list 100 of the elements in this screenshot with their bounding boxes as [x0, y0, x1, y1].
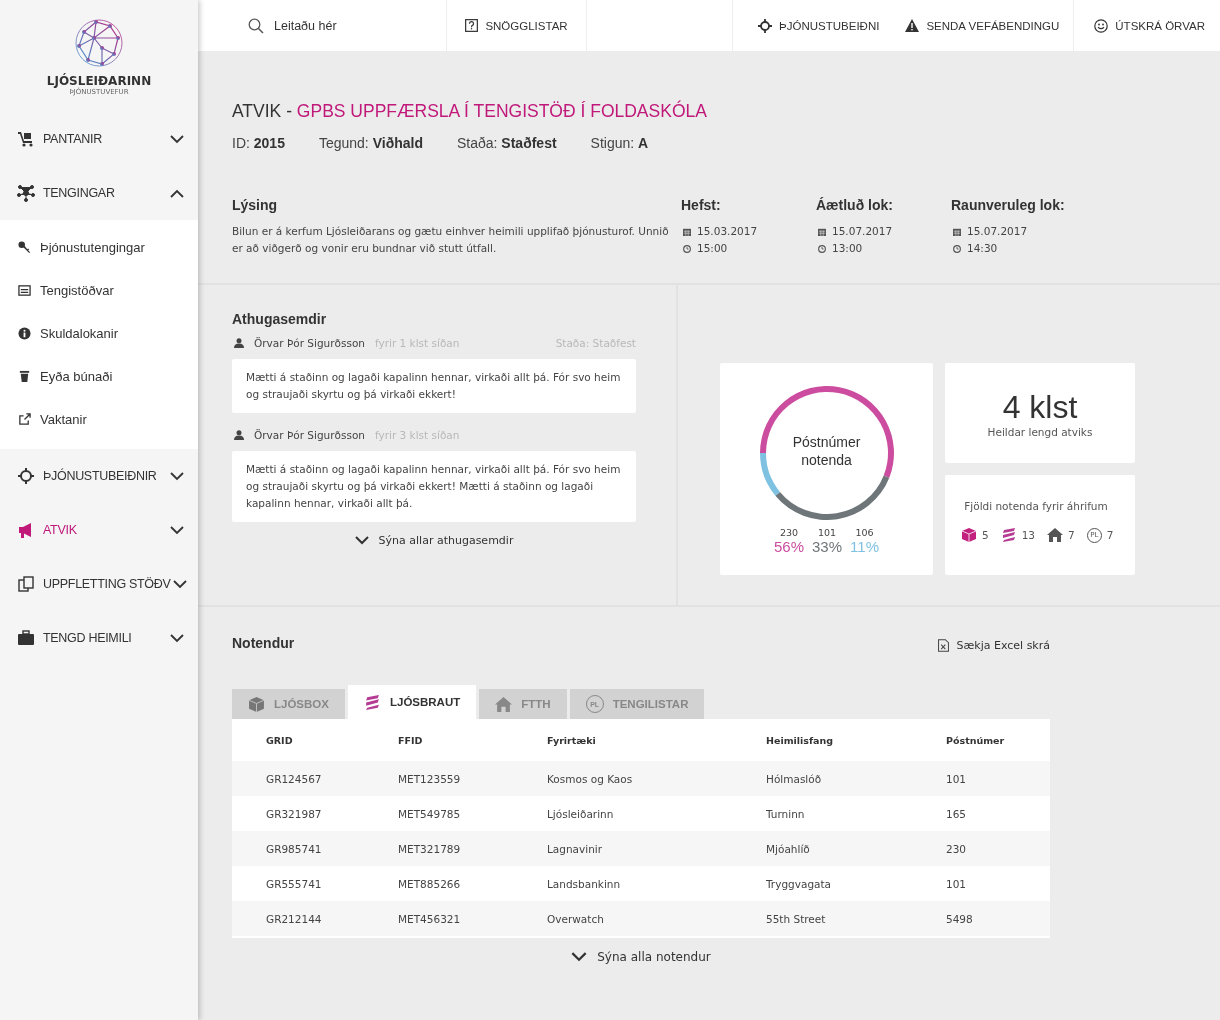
table-cell-text: 101 [946, 772, 968, 785]
submenu-icon [18, 370, 31, 383]
sidebar-item[interactable]: ÞJÓNUSTUBEIÐNIR [0, 449, 198, 503]
affected-label: Fjöldi notenda fyrir áhrifum [963, 499, 1109, 513]
sidebar-item[interactable]: TENGD HEIMILI [0, 611, 198, 665]
affected-count: 13 [1021, 529, 1036, 541]
comment-author: Örvar Þór Sigurðsson [254, 337, 365, 349]
comment-bubble: Mætti á staðinn og lagaði kapalinn hennar, virkaði allt þá. Fór svo heim og straujaði skyrtu og þá virkaði ekkert! [232, 359, 636, 413]
search-icon [248, 17, 264, 34]
sidebar-item[interactable]: TENGINGAR [0, 166, 198, 220]
submenu-item[interactable]: Tengistöðvar [0, 269, 198, 312]
description-heading: Lýsing [232, 197, 279, 213]
table-cell-text: MET549785 [398, 807, 462, 820]
description-text: Bilun er á kerfum Ljósleiðarans og gætu einhver heimili upplifað þjónusturof. Unnið er að viðgerð og vonir eru bundnar við stutt útfall. [232, 224, 670, 256]
sidebar-item[interactable]: UPPFLETTING STÖÐV [0, 557, 198, 611]
table-cell-text: MET321789 [398, 842, 462, 855]
table-cell-text: Tryggvagata [766, 877, 833, 890]
meta-field: Stigun: A [590, 135, 649, 151]
comment-author: Örvar Þór Sigurðsson [254, 429, 365, 441]
date-text: 15.03.2017 [697, 224, 758, 239]
table-cell-text: Overwatch [547, 912, 605, 925]
table-cell-text: MET456321 [398, 912, 462, 925]
show-all-comments-link[interactable]: Sýna allar athugasemdir [354, 534, 514, 547]
column-header: Heimilisfang [766, 734, 835, 746]
affected-count: 7 [1068, 529, 1075, 541]
topbar-link[interactable]: ÞJÓNUSTUBEIÐNI [758, 0, 880, 51]
column-header: GRID [266, 734, 294, 746]
cube-icon [961, 527, 977, 543]
table-cell-text: 165 [946, 807, 968, 820]
submenu-item[interactable]: Þjónustutengingar [0, 226, 198, 269]
column-header: Fyrirtæki [547, 734, 597, 746]
nav-icon [17, 629, 35, 647]
table-cell-text: Landsbankinn [547, 877, 622, 890]
stripes-icon [1000, 527, 1017, 543]
clock-icon [683, 244, 691, 253]
time-text: 15:00 [697, 241, 728, 256]
table-cell-text: GR124567 [266, 772, 323, 785]
excel-file-icon [937, 639, 949, 652]
incident-title: GPBS UPPFÆRSLA Í TENGISTÖÐ Í FOLDASKÓLA [296, 101, 707, 121]
submenu-icon [18, 327, 31, 340]
user-icon [234, 338, 244, 348]
meta-field: Tegund: Viðhald [318, 135, 423, 151]
postcode-label: 230 [779, 527, 799, 538]
postcode-label: 101 [817, 527, 837, 538]
percent-label: 33% [812, 538, 843, 555]
table-cell-text: Ljósleiðarinn [547, 807, 615, 820]
column-header: Póstnúmer [946, 734, 1006, 746]
submenu-icon [18, 241, 31, 254]
percent-label: 56% [774, 538, 805, 555]
quicklists-button[interactable]: SNÖGGLISTAR [447, 0, 587, 51]
smiley-icon [1094, 18, 1109, 33]
sidebar-item[interactable]: ATVIK [0, 503, 198, 557]
table-cell-text: GR321987 [266, 807, 323, 820]
table-cell-text: GR212144 [266, 912, 323, 925]
meta-field: ID: 2015 [232, 135, 285, 151]
table-cell-text: 101 [946, 877, 968, 890]
show-all-users-link[interactable]: Sýna alla notendur [571, 950, 711, 964]
logout-button[interactable]: ÚTSKRÁ ÖRVAR [1074, 0, 1220, 51]
user-icon [234, 430, 244, 440]
table-cell-text: MET885266 [398, 877, 462, 890]
table-cell-text: 55th Street [766, 912, 827, 925]
percent-label: 11% [850, 538, 879, 555]
duration-value: 4 klst [1002, 388, 1078, 426]
nav-icon [17, 184, 35, 202]
affected-count: 7 [1106, 529, 1114, 541]
crosshair-icon [758, 18, 773, 33]
submenu-item[interactable]: Eyða búnaði [0, 355, 198, 398]
date-text: 15.07.2017 [967, 224, 1028, 239]
meta-field: Staða: Staðfest [456, 135, 557, 151]
excel-download-link[interactable]: Sækja Excel skrá [937, 639, 1050, 652]
comments-heading: Athugasemdir [232, 311, 328, 327]
time-text: 13:00 [832, 241, 863, 256]
postcode-label: 106 [855, 527, 874, 538]
date-text: 15.07.2017 [832, 224, 893, 239]
house-icon [1047, 528, 1064, 542]
affected-count: 5 [982, 529, 989, 541]
sidebar-item[interactable]: PANTANIR [0, 112, 198, 166]
brand-name: LJÓSLEIÐARINN [46, 74, 152, 88]
date-heading: Hefst: [681, 197, 722, 213]
time-text: 14:30 [967, 241, 998, 256]
tab[interactable]: LJÓSBRAUT [347, 685, 477, 719]
submenu-item[interactable]: Vaktanir [0, 398, 198, 441]
table-cell-text: Lagnavinir [547, 842, 604, 855]
clock-icon [818, 244, 826, 253]
cube-icon [248, 695, 265, 713]
nav-icon [17, 130, 35, 148]
topbar-link[interactable]: SENDA VEFÁBENDINGU [905, 0, 1060, 51]
calendar-icon [683, 227, 691, 236]
submenu-icon [18, 413, 31, 426]
submenu-item[interactable]: Skuldalokanir [0, 312, 198, 355]
table-cell-text: Mjóahlíð [766, 842, 811, 855]
stripes-icon [363, 693, 381, 711]
chevron-icon [571, 952, 588, 962]
nav-icon [17, 467, 35, 485]
duration-label: Heildar lengd atviks [987, 425, 1093, 438]
table-cell-text: Kosmos og Kaos [547, 772, 634, 785]
calendar-icon [953, 227, 961, 236]
chevron-icon [354, 536, 369, 545]
date-heading: Raunveruleg lok: [951, 197, 1066, 213]
users-heading: Notendur [232, 635, 295, 651]
